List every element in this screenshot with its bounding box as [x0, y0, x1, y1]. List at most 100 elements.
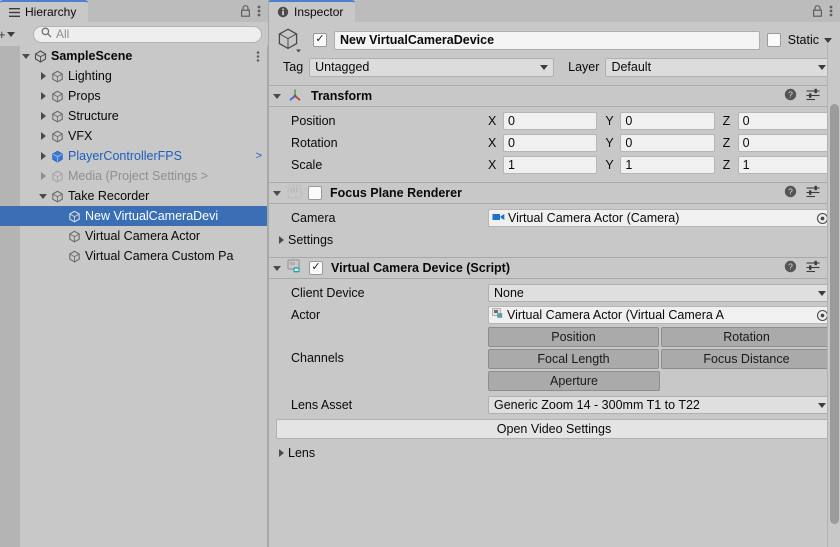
static-checkbox[interactable]	[766, 33, 781, 47]
tab-inspector[interactable]: Inspector	[268, 0, 356, 22]
twisty-right-icon[interactable]	[37, 72, 49, 80]
rotation-x-input[interactable]: 0	[503, 134, 598, 152]
search-input[interactable]: All	[33, 25, 262, 43]
hierarchy-row-new-virtualcameradevice[interactable]: New VirtualCameraDevi	[0, 206, 268, 226]
field-label: Rotation	[291, 136, 338, 150]
component-enabled-checkbox[interactable]	[308, 186, 322, 200]
hierarchy-tree[interactable]: SampleScene Lighting Props Structure VFX…	[0, 46, 268, 547]
hierarchy-row-structure[interactable]: Structure	[0, 106, 268, 126]
chevron-down-icon	[818, 64, 826, 70]
component-header-focus-plane-renderer[interactable]: Focus Plane Renderer ?	[268, 182, 840, 204]
lock-icon[interactable]	[812, 5, 823, 17]
channel-focal-length-toggle[interactable]: Focal Length	[488, 349, 659, 369]
tag-label: Tag	[283, 60, 304, 74]
component-header-virtual-camera-device[interactable]: ✓ Virtual Camera Device (Script) ?	[268, 257, 840, 279]
twisty-right-icon[interactable]	[279, 449, 284, 457]
hierarchy-row-label: Structure	[68, 109, 119, 123]
preset-icon[interactable]	[806, 185, 820, 201]
inspector-tab-tools	[812, 0, 840, 22]
component-header-transform[interactable]: Transform ?	[268, 85, 840, 107]
foldout-label: Lens	[288, 446, 316, 460]
twisty-right-icon[interactable]	[37, 172, 49, 180]
camera-icon	[492, 211, 505, 225]
hierarchy-row-virtual-camera-actor[interactable]: Virtual Camera Actor	[0, 226, 268, 246]
hierarchy-row-virtual-camera-custom-pass[interactable]: Virtual Camera Custom Pa	[0, 246, 268, 266]
hierarchy-row-props[interactable]: Props	[0, 86, 268, 106]
channel-rotation-toggle[interactable]: Rotation	[661, 327, 832, 347]
hierarchy-row-playercontrollerfps[interactable]: PlayerControllerFPS >	[0, 146, 268, 166]
value: 1	[742, 158, 750, 172]
hierarchy-row-take-recorder[interactable]: Take Recorder	[0, 186, 268, 206]
kebab-menu-icon[interactable]	[829, 4, 833, 18]
position-z-input[interactable]: 0	[737, 112, 832, 130]
channel-aperture-toggle[interactable]: Aperture	[488, 371, 660, 391]
hierarchy-row-media[interactable]: Media (Project Settings >	[0, 166, 268, 186]
gameobject-icon	[49, 190, 66, 203]
scrollbar-thumb[interactable]	[830, 104, 839, 524]
channel-focus-distance-toggle[interactable]: Focus Distance	[661, 349, 832, 369]
static-dropdown[interactable]: Static	[788, 33, 832, 47]
svg-text:?: ?	[788, 90, 793, 100]
component-body-transform: Position X 0 Y 0 Z 0 Rotation X 0 Y 0 Z …	[268, 107, 840, 182]
twisty-right-icon[interactable]	[37, 112, 49, 120]
gameobject-enabled-checkbox[interactable]: ✓	[313, 33, 327, 47]
rotation-z-input[interactable]: 0	[737, 134, 832, 152]
field-label: Lens Asset	[291, 398, 353, 412]
prefab-icon	[49, 150, 66, 163]
camera-object-field[interactable]: Virtual Camera Actor (Camera)	[488, 209, 832, 227]
preset-icon[interactable]	[806, 88, 820, 104]
lock-icon[interactable]	[240, 5, 251, 17]
twisty-down-icon[interactable]	[20, 53, 32, 59]
position-y-input[interactable]: 0	[620, 112, 715, 130]
twisty-right-icon[interactable]	[279, 236, 284, 244]
focus-plane-settings-foldout[interactable]: Settings	[276, 229, 832, 251]
hierarchy-row-lighting[interactable]: Lighting	[0, 66, 268, 86]
help-icon[interactable]: ?	[784, 260, 797, 276]
twisty-down-icon[interactable]	[273, 190, 281, 196]
chevron-down-icon	[6, 31, 15, 37]
channel-position-toggle[interactable]: Position	[488, 327, 659, 347]
layer-value: Default	[611, 60, 652, 74]
twisty-right-icon[interactable]	[37, 152, 49, 160]
position-x-input[interactable]: 0	[503, 112, 598, 130]
client-device-row: Client Device None	[276, 282, 832, 304]
rotation-y-input[interactable]: 0	[620, 134, 715, 152]
kebab-menu-icon[interactable]	[257, 4, 261, 18]
script-icon	[287, 259, 303, 277]
gameobject-header: ✓ New VirtualCameraDevice Static Tag Unt…	[268, 22, 840, 85]
hierarchy-row-vfx[interactable]: VFX	[0, 126, 268, 146]
create-gameobject-button[interactable]: +	[0, 28, 28, 41]
check-icon: ✓	[311, 261, 321, 273]
chevron-down-icon	[824, 37, 832, 43]
panel-splitter[interactable]	[268, 0, 269, 547]
inspector-scrollbar[interactable]	[827, 44, 840, 547]
component-enabled-checkbox[interactable]: ✓	[309, 261, 323, 275]
axis-label-y: Y	[605, 136, 614, 150]
help-icon[interactable]: ?	[784, 185, 797, 201]
lens-foldout[interactable]: Lens	[276, 442, 832, 464]
client-device-dropdown[interactable]: None	[488, 284, 832, 302]
scale-z-input[interactable]: 1	[737, 156, 832, 174]
help-icon[interactable]: ?	[784, 88, 797, 104]
field-label: Position	[291, 114, 336, 128]
tab-hierarchy[interactable]: Hierarchy	[0, 0, 89, 22]
component-tools: ?	[784, 260, 833, 276]
preset-icon[interactable]	[806, 260, 820, 276]
layer-dropdown[interactable]: Default	[605, 57, 832, 77]
twisty-right-icon[interactable]	[37, 132, 49, 140]
tag-dropdown[interactable]: Untagged	[309, 57, 555, 77]
open-video-settings-button[interactable]: Open Video Settings	[276, 419, 832, 439]
component-title: Focus Plane Renderer	[330, 186, 462, 200]
twisty-down-icon[interactable]	[273, 93, 281, 99]
twisty-down-icon[interactable]	[37, 193, 49, 199]
hierarchy-row-label: New VirtualCameraDevi	[85, 209, 219, 223]
value: 1	[625, 158, 633, 172]
lens-asset-dropdown[interactable]: Generic Zoom 14 - 300mm T1 to T22	[488, 396, 832, 414]
scale-x-input[interactable]: 1	[503, 156, 598, 174]
twisty-right-icon[interactable]	[37, 92, 49, 100]
twisty-down-icon[interactable]	[273, 265, 281, 271]
gameobject-name-input[interactable]: New VirtualCameraDevice	[334, 30, 760, 50]
actor-object-field[interactable]: Virtual Camera Actor (Virtual Camera A	[488, 306, 832, 324]
scale-y-input[interactable]: 1	[620, 156, 715, 174]
hierarchy-row-samplescene[interactable]: SampleScene	[0, 46, 268, 66]
